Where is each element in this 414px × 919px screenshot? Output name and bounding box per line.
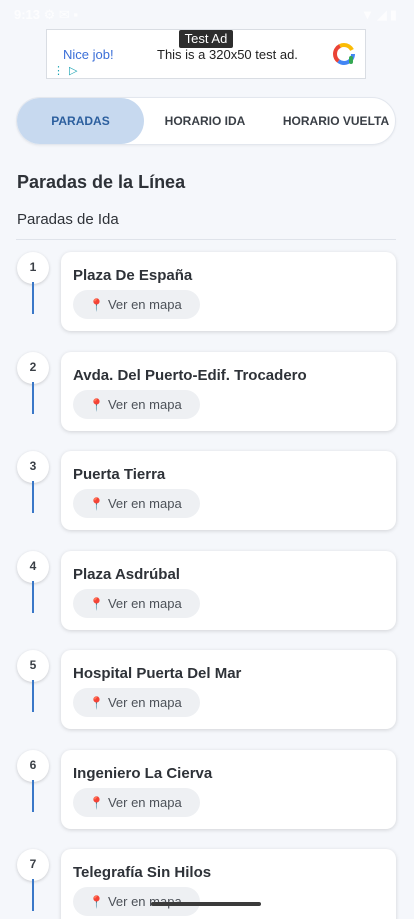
status-icons: ▼◢▮ <box>360 7 400 22</box>
stop-name: Telegrafía Sin Hilos <box>73 864 212 881</box>
view-map-label: Ver en mapa <box>107 596 182 611</box>
stop-name: Plaza De España <box>73 267 193 284</box>
stop-connector <box>32 382 34 414</box>
stop-number: 1 <box>17 252 49 284</box>
stop-number: 6 <box>17 750 49 782</box>
ad-info-icon[interactable]: ⋮ ▷ <box>53 64 79 77</box>
map-pin-icon: 📍 <box>89 696 104 710</box>
stop-name: Avda. Del Puerto-Edif. Trocadero <box>73 367 307 384</box>
view-map-label: Ver en mapa <box>107 297 182 312</box>
tab-paradas[interactable]: PARADAS <box>17 98 144 144</box>
stop-item: 4 Plaza Asdrúbal 📍 Ver en mapa <box>0 551 414 631</box>
stop-connector <box>32 481 34 513</box>
view-map-button[interactable]: 📍 Ver en mapa <box>73 589 200 618</box>
view-map-button[interactable]: 📍 Ver en mapa <box>73 788 200 817</box>
status-bar: 9:13 ⚙ ✉ ▪ ▼◢▮ <box>0 0 414 30</box>
stop-card[interactable]: Ingeniero La Cierva 📍 Ver en mapa <box>61 750 396 829</box>
view-map-button[interactable]: 📍 Ver en mapa <box>73 290 200 319</box>
stop-connector <box>32 680 34 712</box>
stop-item: 6 Ingeniero La Cierva 📍 Ver en mapa <box>0 750 414 830</box>
stop-item: 5 Hospital Puerta Del Mar 📍 Ver en mapa <box>0 650 414 730</box>
map-pin-icon: 📍 <box>89 298 104 312</box>
stop-item: 3 Puerta Tierra 📍 Ver en mapa <box>0 451 414 531</box>
stop-card[interactable]: Hospital Puerta Del Mar 📍 Ver en mapa <box>61 650 396 729</box>
stop-card[interactable]: Plaza Asdrúbal 📍 Ver en mapa <box>61 551 396 630</box>
stop-card[interactable]: Plaza De España 📍 Ver en mapa <box>61 252 396 331</box>
home-indicator[interactable] <box>151 902 261 906</box>
tab-horario-vuelta[interactable]: HORARIO VUELTA <box>275 98 397 144</box>
stop-connector <box>32 282 34 314</box>
ad-text: This is a 320x50 test ad. <box>157 47 298 62</box>
stop-number: 3 <box>17 451 49 483</box>
subsection-title: Paradas de Ida <box>17 211 119 228</box>
view-map-label: Ver en mapa <box>107 795 182 810</box>
view-map-button[interactable]: 📍 Ver en mapa <box>73 390 200 419</box>
section-title: Paradas de la Línea <box>17 172 186 192</box>
stop-connector <box>32 581 34 613</box>
status-time: 9:13 ⚙ ✉ ▪ <box>14 7 79 22</box>
stop-connector <box>32 780 34 812</box>
view-map-label: Ver en mapa <box>107 496 182 511</box>
stop-item: 1 Plaza De España 📍 Ver en mapa <box>0 252 414 332</box>
ad-headline: Nice job! <box>63 47 114 62</box>
stop-number: 5 <box>17 650 49 682</box>
map-pin-icon: 📍 <box>89 796 104 810</box>
stop-card[interactable]: Telegrafía Sin Hilos 📍 Ver en mapa <box>61 849 396 919</box>
divider <box>16 239 396 240</box>
map-pin-icon: 📍 <box>89 895 104 909</box>
stop-item: 7 Telegrafía Sin Hilos 📍 Ver en mapa <box>0 849 414 919</box>
tab-horario-ida[interactable]: HORARIO IDA <box>150 98 260 144</box>
stop-number: 7 <box>17 849 49 881</box>
view-map-button[interactable]: 📍 Ver en mapa <box>73 489 200 518</box>
view-map-label: Ver en mapa <box>107 397 182 412</box>
app-screen: 9:13 ⚙ ✉ ▪ ▼◢▮ Nice job! This is a 320x5… <box>0 0 414 919</box>
stop-item: 2 Avda. Del Puerto-Edif. Trocadero 📍 Ver … <box>0 352 414 432</box>
stop-number: 2 <box>17 352 49 384</box>
map-pin-icon: 📍 <box>89 497 104 511</box>
stop-card[interactable]: Avda. Del Puerto-Edif. Trocadero 📍 Ver en… <box>61 352 396 431</box>
stop-name: Hospital Puerta Del Mar <box>73 665 242 682</box>
stop-number: 4 <box>17 551 49 583</box>
tab-bar: PARADAS HORARIO IDA HORARIO VUELTA <box>16 97 396 145</box>
stop-name: Puerta Tierra <box>73 466 166 483</box>
stop-name: Ingeniero La Cierva <box>73 765 213 782</box>
ad-label: Test Ad <box>179 30 233 48</box>
map-pin-icon: 📍 <box>89 398 104 412</box>
stop-card[interactable]: Puerta Tierra 📍 Ver en mapa <box>61 451 396 530</box>
map-pin-icon: 📍 <box>89 597 104 611</box>
stop-connector <box>32 879 34 911</box>
stop-name: Plaza Asdrúbal <box>73 566 180 583</box>
view-map-button[interactable]: 📍 Ver en mapa <box>73 688 200 717</box>
view-map-label: Ver en mapa <box>107 695 182 710</box>
ad-logo-icon <box>333 43 355 65</box>
